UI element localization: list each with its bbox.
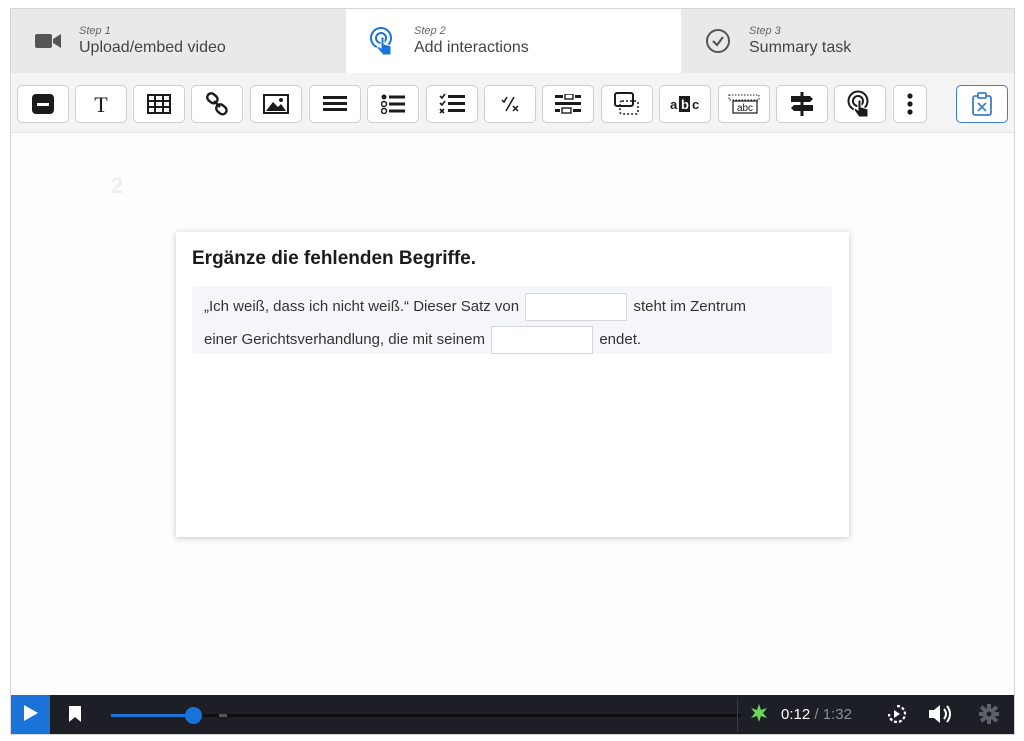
bookmark-button[interactable] xyxy=(63,704,87,728)
crossroads-icon xyxy=(790,92,814,116)
link-button[interactable] xyxy=(191,85,243,123)
multiple-choice-icon xyxy=(439,93,465,115)
text-button[interactable]: T xyxy=(75,85,127,123)
bookmark-icon xyxy=(68,705,82,728)
mark-words-button[interactable]: abc xyxy=(659,85,711,123)
settings-button[interactable] xyxy=(977,703,1001,730)
step-upload[interactable]: Step 1 Upload/embed video xyxy=(11,9,346,73)
step-title: Add interactions xyxy=(414,39,529,56)
table-icon xyxy=(147,94,171,114)
fill-blanks-icon xyxy=(555,94,581,114)
rewind-button[interactable] xyxy=(885,704,909,728)
step-summary[interactable]: Step 3 Summary task xyxy=(681,9,1014,73)
statements-icon xyxy=(323,94,347,114)
video-player-bar: 0:12 / 1:32 xyxy=(11,695,1014,734)
divider xyxy=(737,699,738,732)
video-camera-icon xyxy=(33,26,63,56)
fill-in-blanks-dialog: Ergänze die fehlenden Begriffe. „Ich wei… xyxy=(176,232,849,537)
time-display: 0:12 / 1:32 xyxy=(781,706,852,723)
paste-button[interactable] xyxy=(956,85,1008,123)
video-canvas: 2 Ergänze die fehlenden Begriffe. „Ich w… xyxy=(11,133,1014,695)
current-time: 0:12 xyxy=(781,706,811,723)
mark-words-icon: abc xyxy=(670,95,700,113)
more-icon xyxy=(907,93,913,115)
step-number: Step 3 xyxy=(749,25,781,37)
drag-text-button[interactable]: abc xyxy=(718,85,770,123)
play-button[interactable] xyxy=(11,695,50,734)
label-icon xyxy=(31,92,55,116)
statements-button[interactable] xyxy=(309,85,361,123)
crossroads-button[interactable] xyxy=(776,85,828,123)
svg-text:abc: abc xyxy=(737,103,753,114)
submit-screen-button[interactable] xyxy=(748,703,770,728)
duration: 1:32 xyxy=(822,706,852,723)
star-icon xyxy=(749,703,769,728)
blanks-text-area: „Ich weiß, dass ich nicht weiß.“ Dieser … xyxy=(192,286,832,356)
svg-text:c: c xyxy=(692,97,699,112)
svg-text:b: b xyxy=(681,97,689,112)
step-title: Upload/embed video xyxy=(79,39,226,56)
true-false-button[interactable] xyxy=(484,85,536,123)
text-icon: T xyxy=(91,92,111,116)
single-choice-button[interactable] xyxy=(367,85,419,123)
volume-button[interactable] xyxy=(929,704,953,728)
blanks-line-1: „Ich weiß, dass ich nicht weiß.“ Dieser … xyxy=(204,290,820,323)
blank-input-1[interactable] xyxy=(525,293,628,322)
table-button[interactable] xyxy=(133,85,185,123)
drag-drop-icon xyxy=(614,92,640,116)
volume-icon xyxy=(928,703,954,730)
drag-text-icon: abc xyxy=(728,94,760,114)
step-number: Step 2 xyxy=(414,25,446,37)
blanks-line-2: einer Gerichtsverhandlung, die mit seine… xyxy=(204,323,820,356)
editor-frame: Step 1 Upload/embed video Step 2 Add int… xyxy=(10,8,1015,735)
step-interactions[interactable]: Step 2 Add interactions xyxy=(346,9,681,73)
dialog-title: Ergänze die fehlenden Begriffe. xyxy=(192,248,476,269)
svg-text:T: T xyxy=(94,92,108,116)
step-number: Step 1 xyxy=(79,25,111,37)
label-button[interactable] xyxy=(17,85,69,123)
text-segment: „Ich weiß, dass ich nicht weiß.“ Dieser … xyxy=(204,298,520,315)
check-circle-icon xyxy=(703,26,733,56)
more-button[interactable] xyxy=(893,85,927,123)
touch-pointer-icon xyxy=(368,26,398,56)
blank-input-2[interactable] xyxy=(491,326,594,355)
image-button[interactable] xyxy=(250,85,302,123)
drag-drop-button[interactable] xyxy=(601,85,653,123)
progress-handle[interactable] xyxy=(185,707,202,724)
interactions-toolbar: T abc abc xyxy=(11,73,1014,133)
svg-text:a: a xyxy=(670,97,678,112)
fill-blanks-button[interactable] xyxy=(542,85,594,123)
steps-header: Step 1 Upload/embed video Step 2 Add int… xyxy=(11,9,1014,73)
navigation-hotspot-button[interactable] xyxy=(834,85,886,123)
background-text: 2 xyxy=(111,173,124,198)
progress-fill xyxy=(111,714,193,717)
play-icon xyxy=(23,704,39,727)
image-icon xyxy=(263,94,289,114)
gear-icon xyxy=(978,703,1000,730)
single-choice-icon xyxy=(381,94,405,114)
buffer-tail xyxy=(219,714,227,717)
rewind-10-icon xyxy=(886,703,908,730)
time-separator: / xyxy=(814,706,819,723)
paste-icon xyxy=(971,92,993,116)
true-false-icon xyxy=(500,94,520,114)
link-icon xyxy=(205,92,229,116)
step-title: Summary task xyxy=(749,39,852,56)
text-segment: steht im Zentrum xyxy=(633,298,746,315)
navigation-hotspot-icon xyxy=(847,90,873,118)
progress-track[interactable] xyxy=(111,714,741,717)
text-segment: einer Gerichtsverhandlung, die mit seine… xyxy=(204,331,485,348)
multiple-choice-button[interactable] xyxy=(426,85,478,123)
text-segment: endet. xyxy=(599,331,642,348)
